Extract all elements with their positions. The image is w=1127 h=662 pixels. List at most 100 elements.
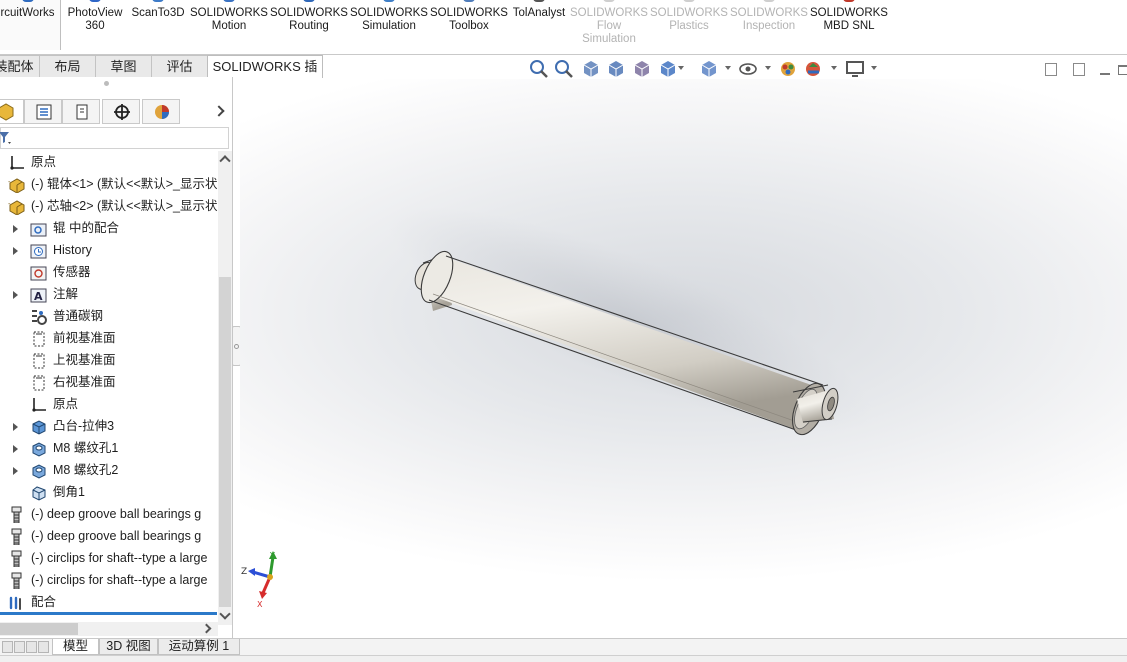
ribbon-item-6[interactable]: SOLIDWORKS Toolbox [430, 0, 508, 50]
last-tab-icon[interactable] [38, 641, 49, 653]
bottom-tab-1[interactable]: 3D 视图 [99, 639, 158, 655]
ribbon-item-label: ScanTo3D [131, 7, 185, 19]
dropdown-caret-icon[interactable] [678, 66, 684, 70]
ribbon-item-4[interactable]: SOLIDWORKS Routing [270, 0, 348, 50]
tree-node[interactable]: 传感器 [0, 261, 218, 283]
feature-manager-tabs [0, 99, 233, 125]
command-tab-4[interactable]: SOLIDWORKS 插件 [207, 55, 323, 95]
bottom-tab-0[interactable]: 模型 [52, 639, 99, 655]
ribbon-item-7[interactable]: TolAnalyst [508, 0, 570, 50]
command-tab-2[interactable]: 草图 [95, 55, 152, 77]
minimize-icon[interactable] [1100, 73, 1110, 75]
command-tab-0[interactable]: 装配体 [0, 55, 40, 77]
ribbon-item-label: Toolbox [449, 20, 489, 32]
tree-node[interactable]: (-) deep groove ball bearings g [0, 525, 218, 547]
ribbon-item-1[interactable]: PhotoView 360 [62, 0, 128, 50]
tree-node[interactable]: 配合 [0, 591, 218, 613]
scroll-up-icon[interactable] [219, 155, 231, 167]
maximize-icon[interactable] [1118, 65, 1127, 75]
prev-tab-icon[interactable] [14, 641, 25, 653]
origin-icon [10, 156, 24, 170]
tree-node[interactable]: (-) deep groove ball bearings g [0, 503, 218, 525]
dynamic-annotation-icon[interactable] [632, 59, 652, 79]
bottom-tab-2[interactable]: 运动算例 1 [158, 639, 240, 655]
ribbon-item-label: Plastics [669, 20, 709, 32]
filter-icon[interactable] [0, 131, 13, 145]
ribbon-item-3[interactable]: SOLIDWORKS Motion [190, 0, 268, 50]
dropdown-caret-icon[interactable] [831, 66, 837, 70]
display-style-icon[interactable] [699, 59, 719, 79]
ribbon-item-2[interactable]: ScanTo3D [128, 0, 188, 50]
tree-node[interactable]: 辊 中的配合 [0, 217, 218, 239]
command-tab-3[interactable]: 评估 [151, 55, 208, 77]
tree-vertical-scroll-thumb[interactable] [219, 277, 231, 607]
expand-arrow-icon[interactable] [13, 467, 18, 475]
tree-filter[interactable] [0, 127, 229, 149]
tree-rollback-bar[interactable] [0, 612, 217, 615]
tree-node[interactable]: 普通碳钢 [0, 305, 218, 327]
expand-arrow-icon[interactable] [13, 225, 18, 233]
tree-node[interactable]: A 注解 [0, 283, 218, 305]
first-tab-icon[interactable] [2, 641, 13, 653]
tree-node[interactable]: 前视基准面 [0, 327, 218, 349]
graphics-area[interactable]: Y Z X [240, 79, 1127, 638]
section-view-icon[interactable] [606, 59, 626, 79]
expand-arrow-icon[interactable] [13, 423, 18, 431]
tree-node[interactable]: 原点 [0, 151, 218, 173]
apply-scene-icon[interactable] [804, 59, 824, 79]
ribbon-item-icon [683, 0, 695, 2]
tree-node[interactable]: M8 螺纹孔2 [0, 459, 218, 481]
ribbon-item-10[interactable]: SOLIDWORKS Inspection [730, 0, 808, 50]
dropdown-caret-icon[interactable] [765, 66, 771, 70]
scroll-right-icon[interactable] [201, 623, 212, 634]
ribbon-item-5[interactable]: SOLIDWORKS Simulation [350, 0, 428, 50]
ribbon-item-0[interactable]: rcuitWorks [0, 0, 61, 50]
tree-node[interactable]: 原点 [0, 393, 218, 415]
view-settings-icon[interactable] [845, 59, 865, 79]
displaymanager-tab[interactable] [142, 99, 180, 124]
expand-arrow-icon[interactable] [13, 445, 18, 453]
configurationmanager-tab[interactable] [62, 99, 100, 124]
tree-node[interactable]: 凸台-拉伸3 [0, 415, 218, 437]
edit-appearance-icon[interactable] [778, 59, 798, 79]
command-tab-1[interactable]: 布局 [39, 55, 96, 77]
tree-node[interactable]: - (-) 辊体<1> (默认<<默认>_显示状 [0, 173, 218, 195]
zoom-to-fit-icon[interactable] [529, 59, 549, 79]
ribbon-item-icon [463, 0, 475, 2]
tree-node[interactable]: - (-) 芯轴<2> (默认<<默认>_显示状 [0, 195, 218, 217]
tree-node[interactable]: History [0, 239, 218, 261]
dropdown-caret-icon[interactable] [871, 66, 877, 70]
svg-text:A: A [34, 290, 43, 303]
tree-node[interactable]: 倒角1 [0, 481, 218, 503]
tree-node[interactable]: (-) circlips for shaft--type a large [0, 569, 218, 591]
tree-node[interactable]: M8 螺纹孔1 [0, 437, 218, 459]
extrude-icon [32, 420, 46, 435]
expand-arrow-icon[interactable] [13, 247, 18, 255]
expand-arrow-icon[interactable] [13, 291, 18, 299]
tree-node[interactable]: 右视基准面 [0, 371, 218, 393]
more-tabs-chevron-icon[interactable] [213, 105, 225, 117]
tile-right-icon[interactable] [1073, 63, 1085, 76]
ribbon-item-11[interactable]: SOLIDWORKS MBD SNL [810, 0, 888, 50]
tree-node[interactable]: 上视基准面 [0, 349, 218, 371]
scroll-down-icon[interactable] [219, 608, 231, 620]
tile-left-icon[interactable] [1045, 63, 1057, 76]
dropdown-caret-icon[interactable] [725, 66, 731, 70]
hide-show-items-icon[interactable] [738, 59, 758, 79]
dimxpertmanager-tab[interactable] [102, 99, 140, 124]
next-tab-icon[interactable] [26, 641, 37, 653]
ribbon-item-8[interactable]: SOLIDWORKS Flow Simulation [570, 0, 648, 50]
roller-model[interactable]: Y Z X [240, 79, 1127, 638]
tree-node[interactable]: (-) circlips for shaft--type a large [0, 547, 218, 569]
ribbon-item-label: Inspection [742, 20, 796, 32]
view-orientation-icon[interactable] [658, 59, 678, 79]
featuremanager-tab[interactable] [0, 99, 24, 124]
propertymanager-tab[interactable] [24, 99, 62, 124]
tree-node-label: (-) 辊体<1> (默认<<默认>_显示状 [31, 177, 218, 191]
ribbon-item-9[interactable]: SOLIDWORKS Plastics [650, 0, 728, 50]
ribbon-item-label: SOLIDWORKS [730, 7, 808, 19]
previous-view-icon[interactable] [581, 59, 601, 79]
tree-horizontal-scroll-thumb[interactable] [0, 623, 78, 635]
panel-grip-icon[interactable] [104, 81, 109, 86]
zoom-to-area-icon[interactable] [554, 59, 574, 79]
